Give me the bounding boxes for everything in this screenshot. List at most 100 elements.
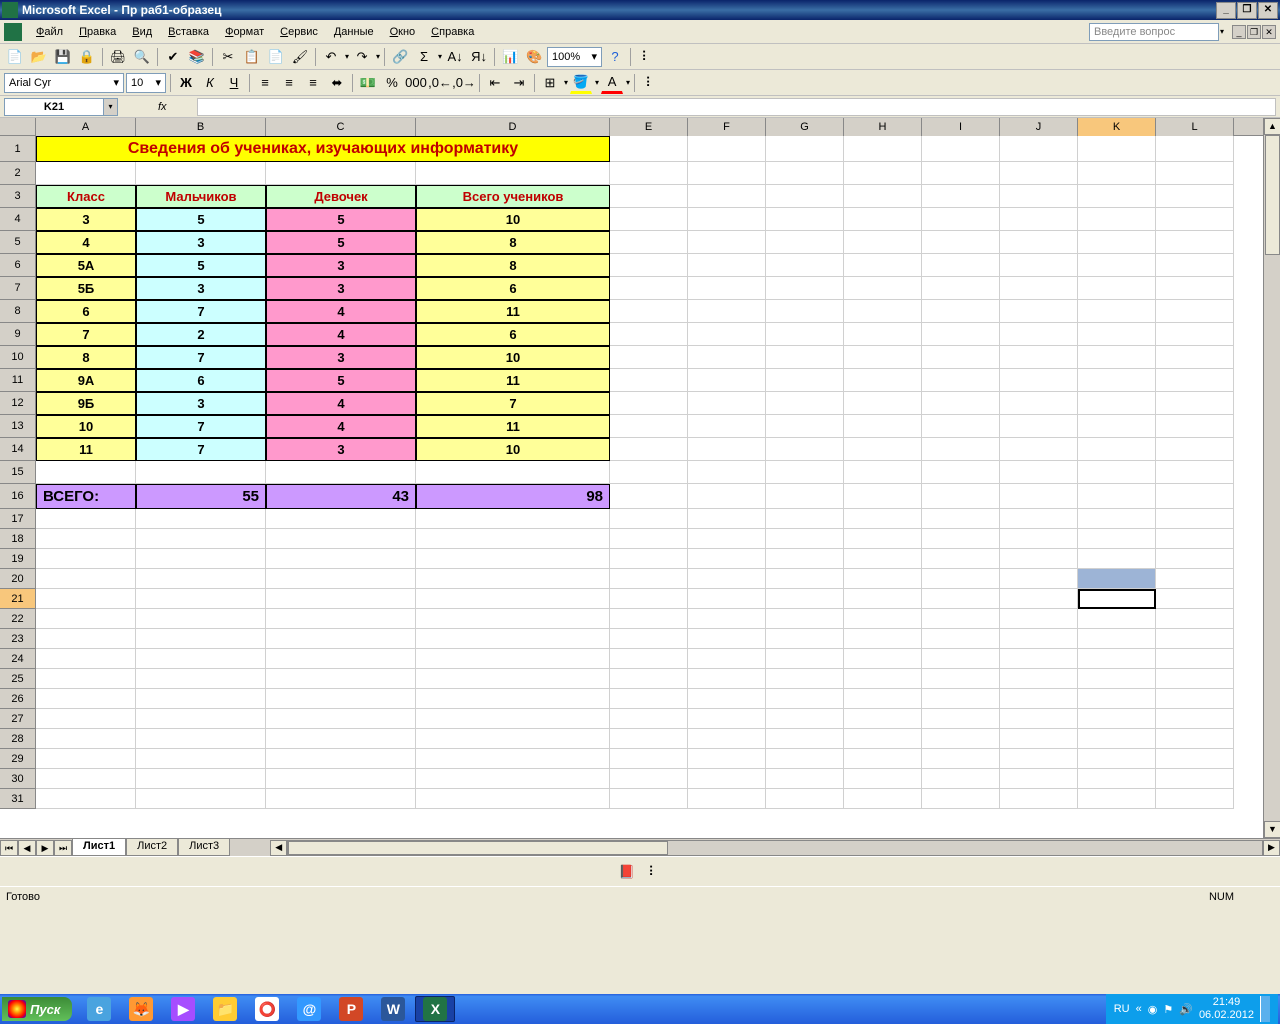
cell[interactable] bbox=[844, 669, 922, 689]
cell[interactable] bbox=[766, 549, 844, 569]
autosum-button[interactable]: Σ bbox=[413, 46, 435, 68]
cell[interactable] bbox=[922, 509, 1000, 529]
cell[interactable] bbox=[266, 461, 416, 484]
row-header-15[interactable]: 15 bbox=[0, 461, 36, 484]
cell[interactable] bbox=[1000, 589, 1078, 609]
cell[interactable] bbox=[922, 300, 1000, 323]
next-sheet-button[interactable]: ▶ bbox=[36, 840, 54, 856]
data-cell[interactable]: 11 bbox=[36, 438, 136, 461]
cell[interactable] bbox=[1078, 689, 1156, 709]
column-header-K[interactable]: K bbox=[1078, 118, 1156, 136]
toolbar-options-button[interactable]: ⠇ bbox=[639, 72, 661, 94]
cell[interactable] bbox=[766, 769, 844, 789]
cell[interactable] bbox=[1156, 649, 1234, 669]
cell[interactable] bbox=[1000, 569, 1078, 589]
cell[interactable] bbox=[1000, 231, 1078, 254]
cell[interactable] bbox=[36, 629, 136, 649]
cell[interactable] bbox=[1156, 254, 1234, 277]
data-cell[interactable]: 3 bbox=[36, 208, 136, 231]
cell[interactable] bbox=[766, 689, 844, 709]
cell[interactable] bbox=[1000, 789, 1078, 809]
cell[interactable] bbox=[136, 749, 266, 769]
row-header-11[interactable]: 11 bbox=[0, 369, 36, 392]
cell[interactable] bbox=[766, 749, 844, 769]
cell[interactable] bbox=[688, 549, 766, 569]
cell[interactable] bbox=[1000, 346, 1078, 369]
cell[interactable] bbox=[1078, 277, 1156, 300]
cell[interactable] bbox=[688, 729, 766, 749]
cell[interactable] bbox=[1078, 549, 1156, 569]
cell[interactable] bbox=[36, 609, 136, 629]
hscroll-track[interactable] bbox=[287, 840, 1263, 856]
cell[interactable] bbox=[922, 709, 1000, 729]
data-cell[interactable]: 5 bbox=[266, 208, 416, 231]
data-cell[interactable]: 7 bbox=[136, 346, 266, 369]
copy-button[interactable]: 📋 bbox=[241, 46, 263, 68]
row-header-2[interactable]: 2 bbox=[0, 162, 36, 185]
cell[interactable] bbox=[136, 709, 266, 729]
cell[interactable] bbox=[266, 649, 416, 669]
row-header-23[interactable]: 23 bbox=[0, 629, 36, 649]
cell[interactable] bbox=[922, 185, 1000, 208]
font-name-select[interactable]: Arial Cyr▾ bbox=[4, 73, 124, 93]
cell[interactable] bbox=[1078, 769, 1156, 789]
cell[interactable] bbox=[922, 629, 1000, 649]
row-header-20[interactable]: 20 bbox=[0, 569, 36, 589]
cell[interactable] bbox=[766, 629, 844, 649]
cell[interactable] bbox=[1078, 369, 1156, 392]
cell[interactable] bbox=[610, 769, 688, 789]
row-header-27[interactable]: 27 bbox=[0, 709, 36, 729]
cell[interactable] bbox=[688, 769, 766, 789]
data-cell[interactable]: 3 bbox=[266, 254, 416, 277]
cell[interactable] bbox=[136, 669, 266, 689]
cell[interactable] bbox=[844, 346, 922, 369]
cell[interactable] bbox=[1000, 208, 1078, 231]
cell[interactable] bbox=[844, 369, 922, 392]
table-header[interactable]: Мальчиков bbox=[136, 185, 266, 208]
cell[interactable] bbox=[1078, 509, 1156, 529]
cell[interactable] bbox=[688, 346, 766, 369]
align-left-button[interactable]: ≡ bbox=[254, 72, 276, 94]
cell[interactable] bbox=[1000, 461, 1078, 484]
tray-clock[interactable]: 21:49 06.02.2012 bbox=[1199, 996, 1254, 1022]
cell[interactable] bbox=[610, 208, 688, 231]
cell[interactable] bbox=[416, 749, 610, 769]
cell[interactable] bbox=[1000, 709, 1078, 729]
cell[interactable] bbox=[1000, 254, 1078, 277]
undo-dropdown-icon[interactable]: ▾ bbox=[345, 52, 349, 61]
cell[interactable] bbox=[1078, 669, 1156, 689]
menu-справка[interactable]: Справка bbox=[423, 24, 482, 40]
spelling-button[interactable]: ✔ bbox=[162, 46, 184, 68]
cell[interactable] bbox=[766, 649, 844, 669]
table-header[interactable]: Класс bbox=[36, 185, 136, 208]
tray-chevron-icon[interactable]: « bbox=[1136, 1003, 1142, 1015]
cell[interactable] bbox=[266, 529, 416, 549]
show-desktop-button[interactable] bbox=[1260, 996, 1270, 1022]
cell[interactable] bbox=[610, 277, 688, 300]
paste-button[interactable]: 📄 bbox=[265, 46, 287, 68]
cell[interactable] bbox=[766, 484, 844, 509]
decrease-decimal-button[interactable]: ,0→ bbox=[453, 72, 475, 94]
data-cell[interactable]: 7 bbox=[36, 323, 136, 346]
cell[interactable] bbox=[1000, 689, 1078, 709]
data-cell[interactable]: 3 bbox=[266, 438, 416, 461]
total-label[interactable]: ВСЕГО: bbox=[36, 484, 136, 509]
cell[interactable] bbox=[844, 649, 922, 669]
data-cell[interactable]: 7 bbox=[136, 415, 266, 438]
merge-center-button[interactable]: ⬌ bbox=[326, 72, 348, 94]
cell[interactable] bbox=[844, 789, 922, 809]
cell[interactable] bbox=[922, 277, 1000, 300]
cell[interactable] bbox=[1000, 162, 1078, 185]
cell[interactable] bbox=[416, 669, 610, 689]
cell[interactable] bbox=[844, 136, 922, 162]
cell[interactable] bbox=[266, 749, 416, 769]
cell[interactable] bbox=[1078, 415, 1156, 438]
minimize-button[interactable]: _ bbox=[1216, 2, 1236, 19]
cell[interactable] bbox=[688, 461, 766, 484]
total-value[interactable]: 43 bbox=[266, 484, 416, 509]
cell[interactable] bbox=[416, 461, 610, 484]
column-header-G[interactable]: G bbox=[766, 118, 844, 136]
menu-файл[interactable]: Файл bbox=[28, 24, 71, 40]
data-cell[interactable]: 11 bbox=[416, 300, 610, 323]
cell[interactable] bbox=[136, 569, 266, 589]
